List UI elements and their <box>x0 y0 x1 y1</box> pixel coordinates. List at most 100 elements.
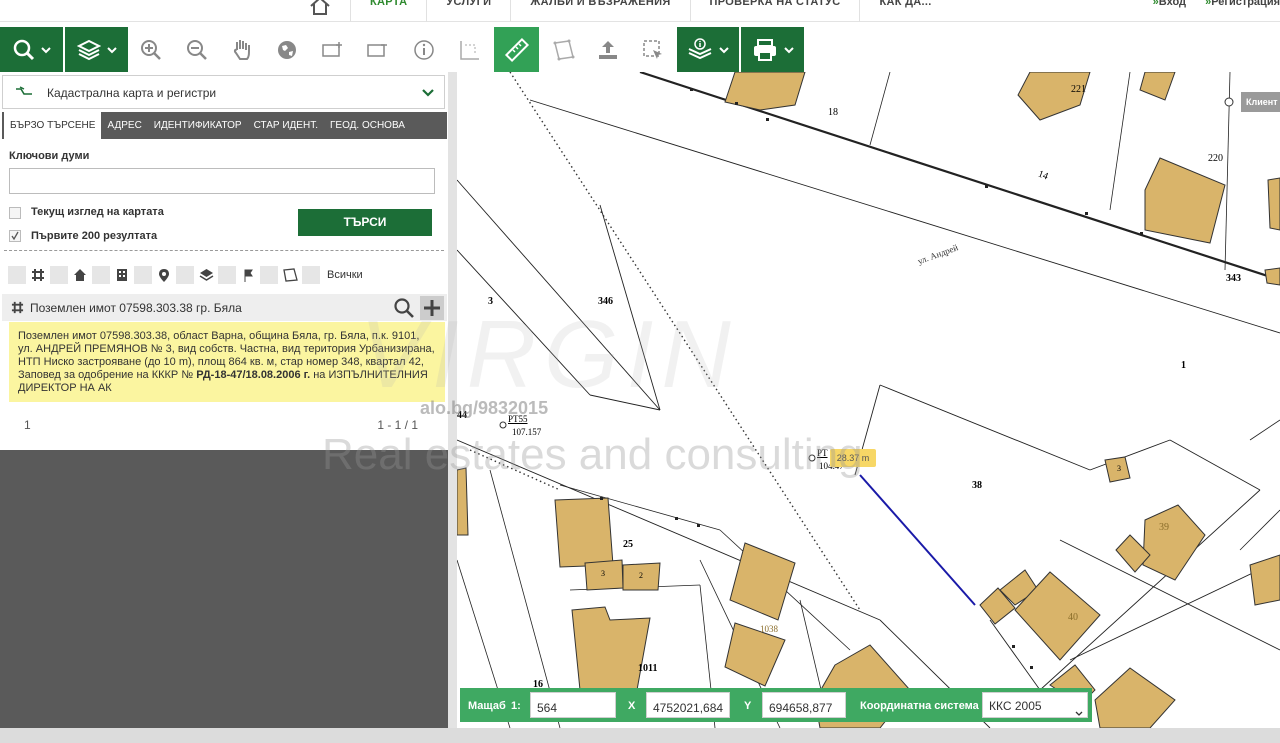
filter-layer[interactable] <box>195 266 217 284</box>
chevron-down-icon <box>106 46 117 53</box>
building-label: 3 <box>601 569 605 578</box>
nav-item-services[interactable]: УСЛУГИ <box>426 0 510 22</box>
full-extent-button[interactable] <box>267 27 307 72</box>
layers-icon <box>76 39 101 60</box>
zoom-box-in-icon <box>322 41 342 57</box>
filter-checkbox[interactable] <box>92 266 110 284</box>
map-tooltip: Клиент <box>1241 92 1280 112</box>
zoom-out-icon <box>187 39 207 60</box>
info-button[interactable] <box>404 27 444 72</box>
flag-icon <box>244 269 253 282</box>
layer-dropdown[interactable]: Кадастрална карта и регистри <box>2 75 445 109</box>
map-status-bar: Мащаб 1: X Y Координатна система ККС 200… <box>460 688 1092 722</box>
home-icon[interactable] <box>308 0 332 16</box>
zoom-in-button[interactable] <box>131 27 171 72</box>
top-navigation: КАРТА УСЛУГИ ЖАЛБИ И ВЪЗРАЖЕНИЯ ПРОВЕРКА… <box>0 0 1280 22</box>
divider <box>4 250 444 251</box>
grid-icon <box>11 301 24 314</box>
layers-tool-button[interactable] <box>65 27 128 72</box>
main-menu: КАРТА УСЛУГИ ЖАЛБИ И ВЪЗРАЖЕНИЯ ПРОВЕРКА… <box>350 0 951 22</box>
chevron-down-icon <box>40 46 51 53</box>
zoom-in-icon <box>141 39 161 60</box>
grid-ruler-icon <box>460 40 479 60</box>
watermark-tagline: Real estates and consulting <box>322 430 863 479</box>
current-view-checkbox[interactable] <box>9 207 21 219</box>
info-icon <box>414 39 434 60</box>
scale-prefix: 1: <box>511 700 521 712</box>
watermark-brand: VIRGIN <box>360 301 739 408</box>
login-link[interactable]: »Вход <box>1153 0 1186 8</box>
upload-button[interactable] <box>588 27 628 72</box>
pan-button[interactable] <box>222 27 262 72</box>
print-button[interactable] <box>741 27 804 72</box>
zoom-out-button[interactable] <box>177 27 217 72</box>
search-icon <box>13 39 34 60</box>
keywords-label: Ключови думи <box>9 150 90 162</box>
select-area-button[interactable] <box>633 27 673 72</box>
scale-input[interactable] <box>530 692 616 718</box>
keywords-input[interactable] <box>9 168 435 194</box>
building-label: 1038 <box>760 624 778 634</box>
filter-area[interactable] <box>279 266 301 284</box>
filter-checkbox[interactable] <box>218 266 236 284</box>
first-200-checkbox[interactable] <box>9 230 21 242</box>
filter-checkbox[interactable] <box>260 266 278 284</box>
layer-info-button[interactable] <box>677 27 739 72</box>
tab-address[interactable]: АДРЕС <box>101 112 147 139</box>
parcel-label: 343 <box>1226 273 1241 284</box>
filter-checkbox[interactable] <box>134 266 152 284</box>
crs-select[interactable]: ККС 2005 <box>982 692 1088 718</box>
page-number[interactable]: 1 <box>24 418 31 432</box>
search-button[interactable]: ТЪРСИ <box>298 209 432 236</box>
current-view-label: Текущ изглед на картата <box>31 206 164 218</box>
chevron-down-icon <box>1075 711 1083 716</box>
register-link[interactable]: »Регистрация <box>1205 0 1280 8</box>
measure-distance-button[interactable] <box>494 27 539 72</box>
first-200-label: Първите 200 резултата <box>31 230 158 242</box>
filter-building[interactable] <box>69 266 91 284</box>
tab-geodetic-base[interactable]: ГЕОД. ОСНОВА <box>324 112 411 139</box>
zoom-box-in-button[interactable] <box>313 27 353 72</box>
x-coordinate-input[interactable] <box>646 692 730 718</box>
layer-dropdown-label: Кадастрална карта и регистри <box>47 86 217 100</box>
parcel-label: 220 <box>1208 153 1223 164</box>
cadastre-icon <box>16 86 32 95</box>
chevron-down-icon <box>422 89 434 97</box>
register-label: Регистрация <box>1211 0 1280 8</box>
layer-info-icon <box>688 37 712 59</box>
result-order-number: РД-18-47/18.08.2006 г. <box>196 369 311 381</box>
globe-icon <box>278 40 296 59</box>
search-tabs: БЪРЗО ТЪРСЕНЕ АДРЕС ИДЕНТИФИКАТОР СТАР И… <box>2 112 447 139</box>
map-toolbar <box>0 27 1280 72</box>
measure-area-button[interactable] <box>543 27 583 72</box>
zoom-box-out-icon <box>367 43 387 57</box>
filter-checkbox[interactable] <box>8 266 26 284</box>
printer-icon <box>753 38 776 61</box>
zoom-box-out-button[interactable] <box>358 27 398 72</box>
parcel-label: 221 <box>1071 84 1086 95</box>
tab-quick-search[interactable]: БЪРЗО ТЪРСЕНЕ <box>4 112 102 139</box>
filter-geodetic[interactable] <box>237 266 259 284</box>
nav-item-status-check[interactable]: ПРОВЕРКА НА СТАТУС <box>689 0 860 22</box>
crs-label: Координатна система <box>860 700 979 712</box>
filter-point[interactable] <box>153 266 175 284</box>
tab-identifier[interactable]: ИДЕНТИФИКАТОР <box>148 112 248 139</box>
filter-checkbox[interactable] <box>302 266 320 284</box>
nav-item-map[interactable]: КАРТА <box>350 0 426 22</box>
search-tool-button[interactable] <box>0 27 63 72</box>
bottom-scrollbar[interactable] <box>0 728 1280 743</box>
hand-icon <box>233 39 250 60</box>
nav-item-complaints[interactable]: ЖАЛБИ И ВЪЗРАЖЕНИЯ <box>510 0 689 22</box>
filter-parcel[interactable] <box>27 266 49 284</box>
upload-icon <box>599 40 617 59</box>
filter-apartment[interactable] <box>111 266 133 284</box>
nav-item-how-to[interactable]: КАК ДА... <box>859 0 950 22</box>
filter-checkbox[interactable] <box>176 266 194 284</box>
filter-checkbox[interactable] <box>50 266 68 284</box>
y-coordinate-input[interactable] <box>762 692 846 718</box>
panel-empty-area <box>0 450 448 743</box>
result-type-filters: Всички <box>8 265 363 285</box>
coordinates-button[interactable] <box>450 27 490 72</box>
tab-old-identifier[interactable]: СТАР ИДЕНТ. <box>248 112 324 139</box>
parcel-label: 1 <box>1181 360 1186 371</box>
